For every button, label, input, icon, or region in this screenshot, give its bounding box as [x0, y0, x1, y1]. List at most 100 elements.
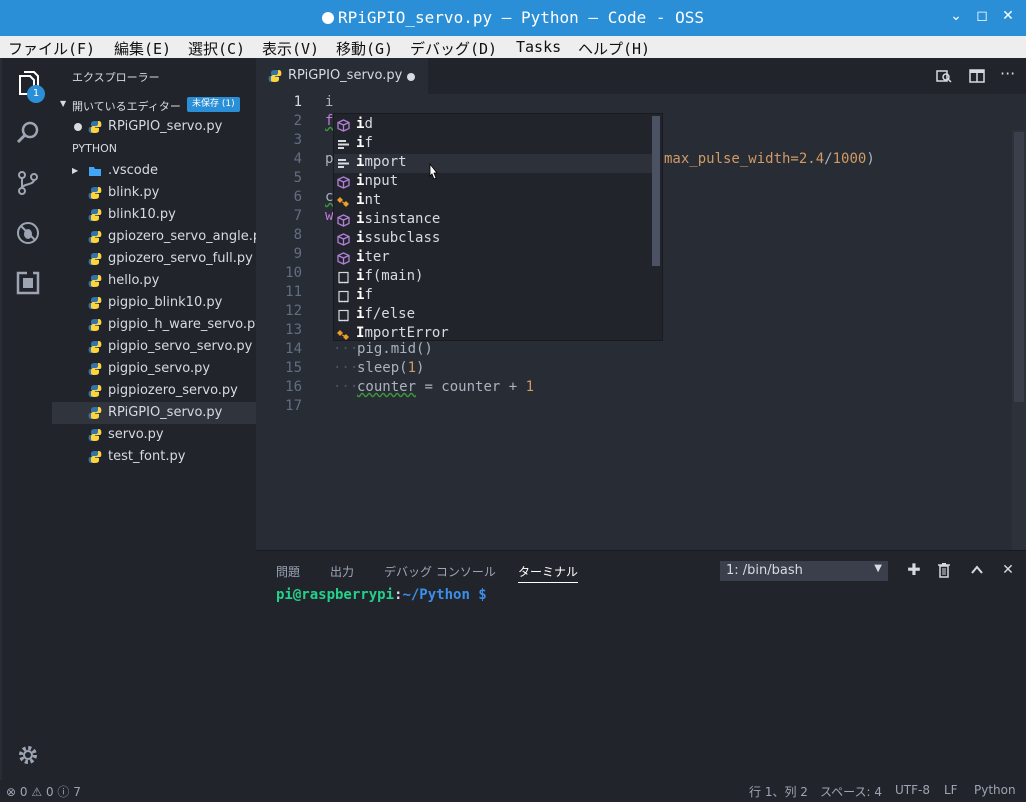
file-tree-item[interactable]: test_font.py	[52, 446, 256, 468]
indent-guide: ···	[333, 379, 359, 395]
suggestion-item[interactable]: input	[334, 173, 652, 192]
unsaved-dot-icon[interactable]	[407, 73, 415, 81]
file-tree-item[interactable]: RPiGPIO_servo.py	[52, 402, 256, 424]
snippet-icon	[337, 309, 350, 322]
chevron-down-icon: ▼	[874, 563, 882, 574]
file-tree-item[interactable]: hello.py	[52, 270, 256, 292]
file-tree-item[interactable]: pigpio_blink10.py	[52, 292, 256, 314]
snippet-icon	[337, 271, 350, 284]
suggestion-item[interactable]: if(main)	[334, 268, 652, 287]
file-tree-item[interactable]: servo.py	[52, 424, 256, 446]
close-panel-icon[interactable]: ✕	[1000, 562, 1016, 578]
trash-icon[interactable]	[936, 562, 952, 578]
suggestion-item[interactable]: iter	[334, 249, 652, 268]
gear-icon[interactable]	[15, 742, 41, 768]
tab-terminal[interactable]: ターミナル	[518, 563, 579, 583]
menu-edit[interactable]: 編集(E)	[114, 38, 171, 59]
open-editor-item[interactable]: RPiGPIO_servo.py	[52, 116, 256, 138]
menu-file[interactable]: ファイル(F)	[8, 38, 95, 59]
code-line-4-tail: max_pulse_width=2.4/1000)	[664, 151, 875, 167]
file-tree-item[interactable]: pigpio_servo.py	[52, 358, 256, 380]
class-icon	[337, 195, 350, 208]
encoding-status[interactable]: UTF-8	[895, 783, 930, 797]
line-number: 13	[285, 322, 302, 338]
language-status[interactable]: Python	[974, 783, 1016, 797]
add-terminal-icon[interactable]: ✚	[906, 562, 922, 578]
cube-icon	[337, 176, 350, 189]
line-number: 10	[285, 265, 302, 281]
menu-tasks[interactable]: Tasks	[516, 38, 561, 56]
code-line-1: i	[325, 94, 334, 110]
folder-header[interactable]: PYTHON	[52, 138, 256, 160]
extensions-icon[interactable]	[15, 270, 41, 296]
open-editors-header[interactable]: ▼ 開いているエディター 未保存 (1)	[52, 94, 256, 116]
editor-tabs: RPiGPIO_servo.py ···	[256, 58, 1026, 94]
menu-view[interactable]: 表示(V)	[262, 38, 319, 59]
line-number: 9	[293, 246, 302, 262]
editor-scrollbar[interactable]	[1012, 130, 1026, 586]
minimize-button[interactable]: ⌄	[946, 8, 966, 24]
suggestion-item[interactable]: import	[334, 154, 652, 173]
menu-help[interactable]: ヘルプ(H)	[578, 38, 650, 59]
search-icon[interactable]	[15, 120, 41, 146]
suggestion-item[interactable]: isinstance	[334, 211, 652, 230]
file-tree-item[interactable]: blink10.py	[52, 204, 256, 226]
open-preview-icon[interactable]	[936, 68, 952, 84]
warning-icon: ⚠	[31, 785, 43, 799]
keyword-icon	[337, 138, 350, 151]
python-file-icon	[88, 231, 102, 243]
maximize-button[interactable]: ◻	[972, 8, 992, 24]
title-bar: RPiGPIO_servo.py — Python — Code - OSS ⌄…	[0, 0, 1026, 36]
suggestion-item[interactable]: if/else	[334, 306, 652, 325]
chevron-up-icon[interactable]	[969, 562, 985, 578]
file-tree-item[interactable]: blink.py	[52, 182, 256, 204]
cube-icon	[337, 214, 350, 227]
terminal-select[interactable]: 1: /bin/bash ▼	[720, 561, 888, 581]
debug-icon[interactable]	[15, 220, 41, 246]
tab-rpigpio-servo[interactable]: RPiGPIO_servo.py	[256, 58, 428, 94]
indent-guide: ···	[333, 360, 359, 376]
suggestion-item[interactable]: if	[334, 135, 652, 154]
menu-go[interactable]: 移動(G)	[336, 38, 393, 59]
problems-status[interactable]: ⊗ 0 ⚠ 0 ⓘ 7	[6, 783, 81, 800]
cube-icon	[337, 252, 350, 265]
suggestion-item[interactable]: int	[334, 192, 652, 211]
unsaved-badge: 未保存 (1)	[187, 97, 240, 112]
python-file-icon	[88, 253, 102, 265]
indentation-status[interactable]: スペース: 4	[820, 783, 882, 800]
line-number: 6	[293, 189, 302, 205]
modified-dot-icon	[74, 123, 82, 131]
suggestion-item[interactable]: issubclass	[334, 230, 652, 249]
menu-debug[interactable]: デバッグ(D)	[410, 38, 497, 59]
tab-debug-console[interactable]: デバッグ コンソール	[384, 563, 496, 580]
file-tree-item[interactable]: pigpiozero_servo.py	[52, 380, 256, 402]
file-tree-item[interactable]: pigpio_h_ware_servo.py	[52, 314, 263, 336]
suggestion-item[interactable]: ImportError	[334, 325, 652, 344]
suggestion-item[interactable]: id	[334, 116, 652, 135]
tab-problems[interactable]: 問題	[276, 563, 300, 580]
eol-status[interactable]: LF	[944, 783, 958, 797]
chevron-right-icon: ▶	[72, 166, 79, 175]
suggestion-item[interactable]: if	[334, 287, 652, 306]
source-control-icon[interactable]	[15, 170, 41, 196]
cube-icon	[337, 233, 350, 246]
file-tree-item[interactable]: pigpio_servo_servo.py	[52, 336, 256, 358]
tab-output[interactable]: 出力	[330, 563, 354, 580]
file-tree-item[interactable]: gpiozero_servo_angle.py	[52, 226, 269, 248]
split-editor-icon[interactable]	[969, 68, 985, 84]
folder-icon	[89, 167, 101, 176]
scroll-thumb[interactable]	[1014, 132, 1024, 402]
suggestion-scrollbar[interactable]	[652, 116, 660, 266]
more-actions-icon[interactable]: ···	[1000, 64, 1016, 83]
file-tree-item[interactable]: ▶ .vscode	[52, 160, 256, 182]
terminal-prompt[interactable]: pi@raspberrypi:~/Python $	[276, 587, 487, 603]
class-icon	[337, 328, 350, 341]
cursor-position[interactable]: 行 1、列 2	[749, 783, 808, 800]
code-line-15: sleep(1)	[357, 360, 425, 376]
mouse-pointer-icon	[429, 163, 438, 180]
close-button[interactable]: ✕	[998, 8, 1018, 24]
file-tree-item[interactable]: gpiozero_servo_full.py	[52, 248, 256, 270]
menu-selection[interactable]: 選択(C)	[188, 38, 245, 59]
python-file-icon	[88, 407, 102, 419]
line-number: 4	[293, 151, 302, 167]
